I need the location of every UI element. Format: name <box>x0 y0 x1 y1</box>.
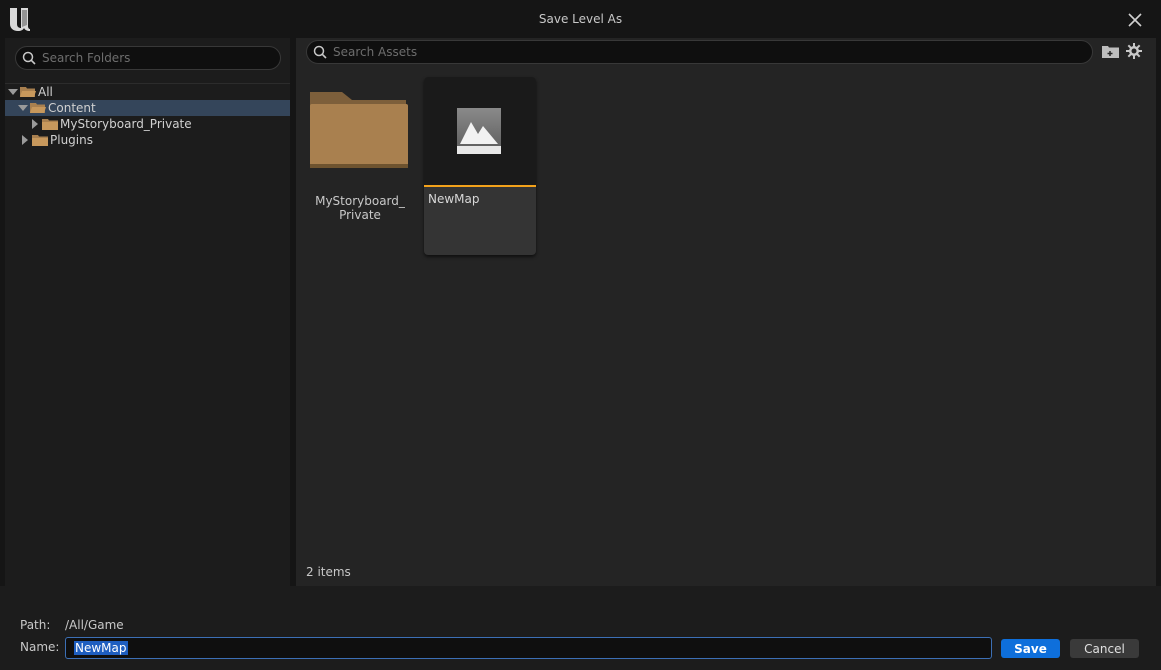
search-icon <box>313 45 327 59</box>
add-folder-icon <box>1101 45 1119 58</box>
expand-arrow-icon[interactable] <box>18 100 28 116</box>
tree-item-mystoryboard-private[interactable]: MyStoryboard_Private <box>5 116 290 132</box>
window-title: Save Level As <box>538 12 623 26</box>
tree-item-content[interactable]: Content <box>5 100 290 116</box>
asset-tile-newmap[interactable]: NewMap Level <box>424 77 536 255</box>
asset-type-accent <box>424 185 536 187</box>
save-button[interactable]: Save <box>1001 639 1060 658</box>
folder-tree: All Content MyStoryboard_Private Plugins <box>5 83 290 148</box>
folder-icon <box>42 119 58 130</box>
expand-arrow-icon[interactable] <box>8 84 18 100</box>
name-label: Name: <box>20 640 60 654</box>
search-folders-box[interactable] <box>15 46 281 70</box>
asset-thumbnail <box>424 77 536 185</box>
title-bar: Save Level As <box>0 0 1161 38</box>
collapse-arrow-icon[interactable] <box>20 132 30 148</box>
collapse-arrow-icon[interactable] <box>30 116 40 132</box>
search-folders-input[interactable] <box>42 49 272 67</box>
gear-icon <box>1126 43 1142 59</box>
search-assets-input[interactable] <box>333 43 1073 61</box>
level-mountain-icon <box>457 108 501 154</box>
name-input[interactable]: NewMap <box>65 637 992 659</box>
folder-open-icon <box>20 87 36 97</box>
cancel-button[interactable]: Cancel <box>1070 639 1139 658</box>
folder-open-icon <box>30 103 46 113</box>
tree-item-label: MyStoryboard_Private <box>60 117 192 131</box>
tree-item-label: All <box>38 85 53 99</box>
folder-icon <box>32 135 48 146</box>
tree-item-label: Content <box>48 101 96 115</box>
asset-name: NewMap <box>428 192 480 206</box>
path-label: Path: <box>20 618 51 632</box>
folder-tile-label: MyStoryboard_ Private <box>315 194 405 222</box>
path-value: /All/Game <box>65 618 124 632</box>
tree-item-label: Plugins <box>50 133 93 147</box>
add-folder-button[interactable] <box>1100 42 1120 60</box>
close-button[interactable] <box>1124 9 1146 31</box>
item-count: 2 items <box>306 565 351 579</box>
folder-icon <box>310 92 408 168</box>
asset-panel: MyStoryboard_ Private NewMap Level 2 ite… <box>296 38 1156 586</box>
search-icon <box>22 51 36 65</box>
settings-button[interactable] <box>1124 42 1144 60</box>
name-input-value: NewMap <box>74 641 128 655</box>
close-icon <box>1128 13 1142 27</box>
folder-tile-mystoryboard-private[interactable]: MyStoryboard_ Private <box>306 78 414 222</box>
folder-panel: All Content MyStoryboard_Private <box>5 38 290 586</box>
search-assets-box[interactable] <box>306 40 1093 64</box>
save-footer: Path: /All/Game Name: NewMap Save Cancel <box>0 586 1161 670</box>
tree-item-plugins[interactable]: Plugins <box>5 132 290 148</box>
tree-item-all[interactable]: All <box>5 84 290 100</box>
